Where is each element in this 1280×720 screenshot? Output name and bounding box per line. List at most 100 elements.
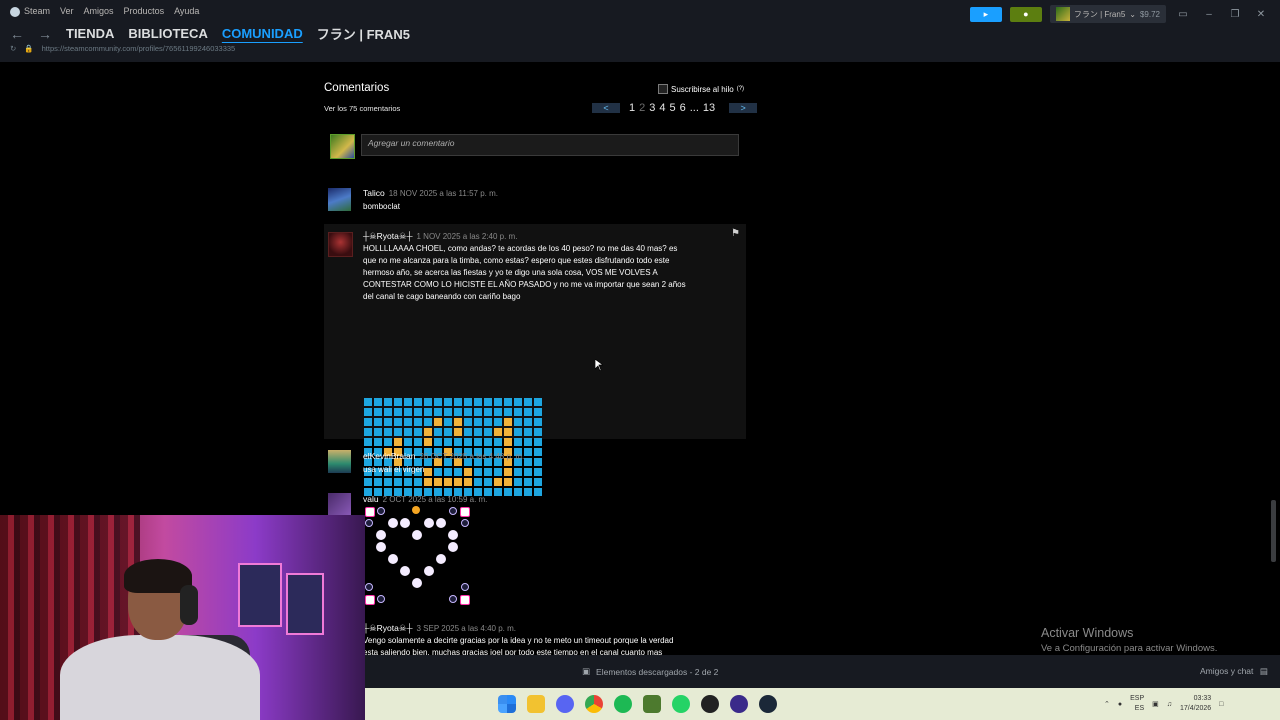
avatar[interactable] bbox=[328, 450, 351, 473]
emoticon-blue bbox=[524, 398, 532, 406]
restore-icon[interactable]: ❐ bbox=[1226, 9, 1244, 20]
minecraft-icon[interactable] bbox=[643, 695, 661, 713]
art-ring bbox=[449, 507, 457, 515]
notification-center-icon[interactable]: □ bbox=[1219, 701, 1223, 708]
emoticon-blue bbox=[434, 438, 442, 446]
emoticon-blue bbox=[514, 438, 522, 446]
tab-tienda[interactable]: TIENDA bbox=[66, 26, 114, 41]
page-scrollbar[interactable] bbox=[1271, 500, 1276, 562]
emoticon-blue bbox=[494, 408, 502, 416]
emoticon-blue bbox=[524, 428, 532, 436]
emoticon-blue bbox=[374, 438, 382, 446]
emoticon-blue bbox=[424, 398, 432, 406]
page-3[interactable]: 3 bbox=[649, 102, 655, 114]
art-dot bbox=[424, 518, 434, 528]
microphone-icon[interactable]: ● bbox=[1118, 701, 1122, 708]
announcements-button[interactable]: ▸ bbox=[969, 6, 1002, 22]
close-icon[interactable]: ✕ bbox=[1252, 9, 1270, 20]
subscribe-checkbox[interactable] bbox=[658, 84, 668, 94]
emoticon-blue bbox=[394, 408, 402, 416]
network-icon[interactable]: ▣ bbox=[1152, 700, 1159, 708]
ubisoft-icon[interactable] bbox=[730, 695, 748, 713]
back-arrow-icon[interactable]: ← bbox=[10, 26, 24, 42]
windows-start-icon[interactable] bbox=[498, 695, 516, 713]
menu-amigos[interactable]: Amigos bbox=[84, 6, 114, 16]
emoticon-blue bbox=[404, 398, 412, 406]
file-explorer-icon[interactable] bbox=[527, 695, 545, 713]
emoticon-blue bbox=[374, 408, 382, 416]
friends-chat-button[interactable]: Amigos y chat ▤ bbox=[1200, 666, 1268, 677]
emoticon-blue bbox=[364, 428, 372, 436]
forward-arrow-icon[interactable]: → bbox=[38, 26, 52, 42]
heart-emoticon-art bbox=[364, 506, 474, 606]
comment-author[interactable]: Talico bbox=[363, 188, 385, 198]
comment-author[interactable]: elKevinBraian bbox=[363, 451, 415, 461]
windows-activation-watermark: Activar Windows Ve a Configuración para … bbox=[1041, 626, 1217, 654]
steam-menu[interactable]: Steam bbox=[10, 6, 50, 17]
downloads-status[interactable]: ▣ Elementos descargados - 2 de 2 bbox=[582, 666, 718, 677]
notifications-button[interactable]: ● bbox=[1009, 6, 1042, 22]
page-13[interactable]: 13 bbox=[703, 102, 715, 114]
comment-line: hermoso año, se acerca las fiestas y yo … bbox=[363, 268, 658, 277]
tab-profile[interactable]: フラン | FRAN5 bbox=[317, 24, 410, 43]
page-ellipsis: ... bbox=[689, 102, 699, 114]
whatsapp-icon[interactable] bbox=[672, 695, 690, 713]
comment-author[interactable]: valu bbox=[363, 494, 379, 504]
avatar[interactable] bbox=[328, 232, 353, 257]
input-language[interactable]: ESP ES bbox=[1130, 694, 1144, 714]
big-picture-icon[interactable]: ▭ bbox=[1174, 9, 1192, 20]
view-all-comments-link[interactable]: Ver los 75 comentarios bbox=[324, 104, 400, 113]
minimize-icon[interactable]: – bbox=[1200, 9, 1218, 20]
system-clock[interactable]: 03:33 17/4/2026 bbox=[1180, 694, 1211, 714]
chrome-icon[interactable] bbox=[585, 695, 603, 713]
avatar[interactable] bbox=[328, 493, 351, 516]
webcam-overlay bbox=[0, 515, 365, 720]
discord-icon[interactable] bbox=[556, 695, 574, 713]
spotify-icon[interactable] bbox=[614, 695, 632, 713]
emoticon-blue bbox=[444, 418, 452, 426]
emoticon-blue bbox=[414, 408, 422, 416]
emoticon-blue bbox=[444, 398, 452, 406]
volume-icon[interactable]: ♫ bbox=[1167, 701, 1172, 708]
account-menu[interactable]: フラン | Fran5 ⌄ $9.72 bbox=[1049, 5, 1166, 23]
subscribe-thread[interactable]: Suscribirse al hilo (?) bbox=[658, 84, 744, 94]
menu-ver[interactable]: Ver bbox=[60, 6, 74, 16]
report-flag-icon[interactable]: ⚑ bbox=[731, 228, 740, 239]
emoticon-orange bbox=[394, 438, 402, 446]
next-page-button[interactable]: > bbox=[729, 103, 758, 113]
page-6[interactable]: 6 bbox=[680, 102, 686, 114]
emoticon-blue bbox=[434, 408, 442, 416]
new-comment-area: Agregar un comentario bbox=[330, 134, 739, 159]
chevron-up-icon[interactable]: ⌃ bbox=[1104, 700, 1110, 708]
prev-page-button[interactable]: < bbox=[592, 103, 620, 113]
tab-comunidad[interactable]: COMUNIDAD bbox=[222, 26, 303, 41]
help-icon[interactable]: (?) bbox=[737, 86, 744, 92]
emoticon-blue bbox=[384, 408, 392, 416]
comment-date: 18 NOV 2025 a las 11:57 p. m. bbox=[388, 189, 498, 198]
menu-ayuda[interactable]: Ayuda bbox=[174, 6, 199, 16]
top-right-controls: ▸ ● フラン | Fran5 ⌄ $9.72 ▭ – ❐ ✕ bbox=[969, 5, 1270, 23]
main-nav: ← → TIENDA BIBLIOTECA COMUNIDAD フラン | FR… bbox=[10, 24, 410, 43]
page-1[interactable]: 1 bbox=[629, 102, 635, 114]
page-4[interactable]: 4 bbox=[659, 102, 665, 114]
comment-date: 26 OCT 2025 a las 4:48 p. m. bbox=[419, 452, 525, 461]
menu-productos[interactable]: Productos bbox=[124, 6, 165, 16]
emoticon-orange bbox=[454, 428, 462, 436]
art-ring bbox=[377, 507, 385, 515]
tab-biblioteca[interactable]: BIBLIOTECA bbox=[128, 26, 207, 41]
comment-author[interactable]: ┼☠Ryota☠┼ bbox=[363, 231, 413, 241]
emoticon-blue bbox=[374, 428, 382, 436]
comment-item: Talico 18 NOV 2025 a las 11:57 p. m. bomb… bbox=[324, 184, 746, 218]
comment-input[interactable]: Agregar un comentario bbox=[361, 134, 739, 156]
steam-app-icon[interactable] bbox=[759, 695, 777, 713]
avatar[interactable] bbox=[328, 188, 351, 211]
emoticon-blue bbox=[394, 418, 402, 426]
obs-icon[interactable] bbox=[701, 695, 719, 713]
reload-icon[interactable]: ↻ bbox=[10, 44, 16, 53]
comment-author[interactable]: ┼☠Ryota☠┼ bbox=[363, 623, 413, 633]
url-text[interactable]: https://steamcommunity.com/profiles/7656… bbox=[42, 44, 236, 53]
emoticon-orange bbox=[434, 418, 442, 426]
avatar bbox=[1055, 7, 1070, 21]
page-5[interactable]: 5 bbox=[670, 102, 676, 114]
emoticon-blue bbox=[374, 398, 382, 406]
